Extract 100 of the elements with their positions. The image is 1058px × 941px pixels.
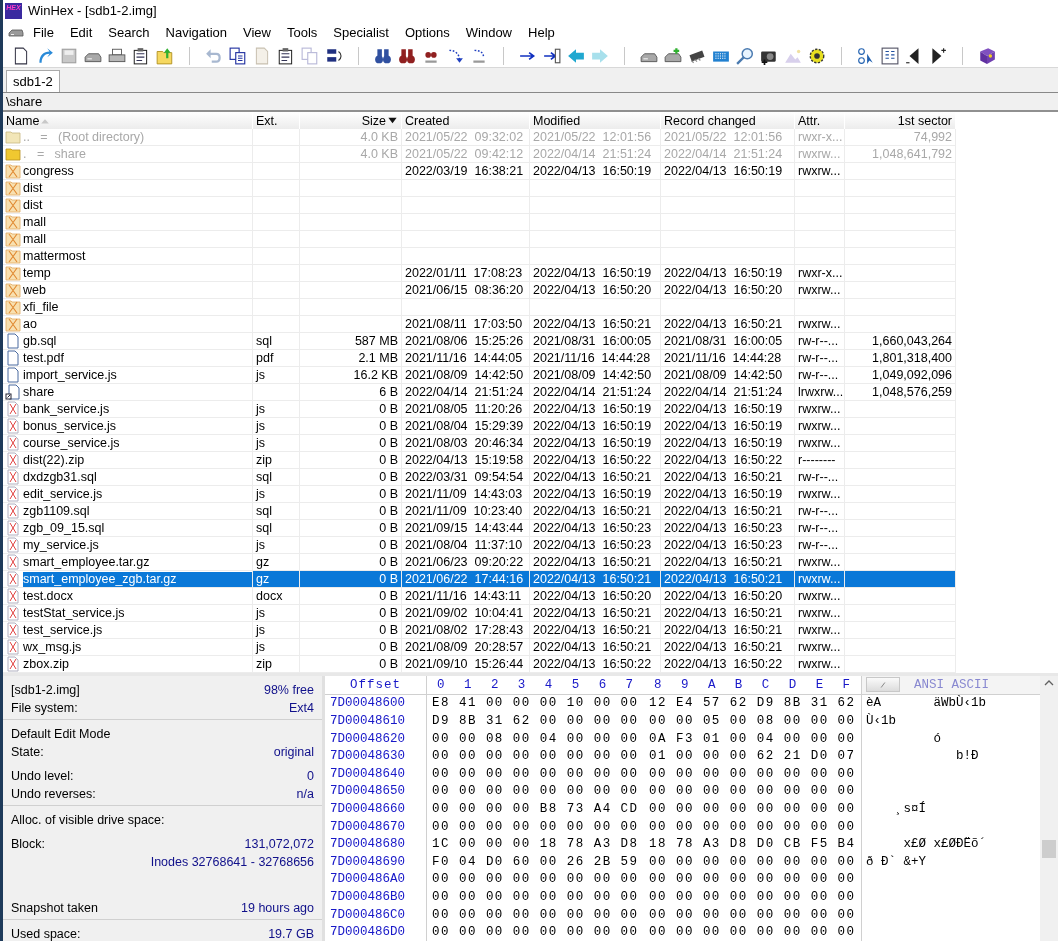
table-cell: rwxrw...: [795, 486, 845, 503]
table-cell: 2022/04/14 21:51:24: [530, 384, 661, 401]
menu-item[interactable]: Navigation: [157, 25, 235, 40]
file-name[interactable]: ao: [23, 317, 37, 331]
file-name[interactable]: smart_employee.tar.gz: [23, 555, 150, 569]
menu-item[interactable]: Specialist: [325, 25, 397, 40]
file-name[interactable]: test_service.js: [23, 623, 103, 637]
file-name[interactable]: mall: [23, 232, 46, 246]
hex-bytes: 00 00 00 00 00 00 00 00: [648, 784, 857, 799]
file-name[interactable]: smart_employee_zgb.tar.gz: [23, 571, 252, 587]
table-cell: 1,660,043,264: [845, 333, 956, 350]
column-header[interactable]: Size: [300, 112, 402, 129]
table-cell: js: [253, 605, 300, 622]
file-name[interactable]: dxdzgb31.sql: [23, 470, 97, 484]
scroll-up-icon[interactable]: [1044, 680, 1054, 686]
file-name[interactable]: bank_service.js: [23, 402, 110, 416]
tab[interactable]: sdb1-2: [6, 70, 60, 92]
menu-item[interactable]: Help: [520, 25, 563, 40]
menu-item[interactable]: File: [25, 25, 62, 40]
column-header[interactable]: Created: [402, 112, 530, 129]
file-name[interactable]: zgb1109.sql: [23, 504, 90, 518]
file-name[interactable]: share: [23, 385, 55, 399]
file-name[interactable]: testStat_service.js: [23, 606, 125, 620]
file-name[interactable]: wx_msg.js: [23, 640, 82, 654]
table-cell: 2021/06/22 17:44:16: [402, 571, 530, 588]
file-name[interactable]: gb.sql: [23, 334, 57, 348]
gear-icon[interactable]: [807, 46, 827, 65]
column-header[interactable]: Name: [3, 112, 253, 129]
table-cell: 1,801,318,400: [845, 350, 956, 367]
file-name[interactable]: edit_service.js: [23, 487, 103, 501]
hex-bytes: 00 00 00 00 00 00 00 00: [648, 907, 857, 922]
column-header[interactable]: 1st sector: [845, 112, 956, 129]
file-name[interactable]: test.docx: [23, 589, 74, 603]
table-cell: 2022/04/14 21:51:24: [530, 146, 661, 163]
table-cell: 2021/08/11 17:03:50: [402, 316, 530, 333]
table-cell: 2022/04/13 16:50:19: [661, 486, 795, 503]
column-header[interactable]: Attr.: [795, 112, 845, 129]
column-header[interactable]: Ext.: [253, 112, 300, 129]
info-value: n/a: [296, 787, 314, 801]
table-cell: 2022/04/13 16:50:19: [661, 401, 795, 418]
columns-icon[interactable]: [880, 46, 900, 65]
cursor-icon[interactable]: [856, 46, 876, 65]
table-cell: 2022/04/13 16:50:23: [661, 537, 795, 554]
hex-bytes: 00 00 00 00 00 00 00 00: [431, 784, 640, 799]
column-header[interactable]: Record changed: [661, 112, 795, 129]
binoculars-icon[interactable]: [397, 46, 417, 65]
file-name[interactable]: import_service.js: [23, 368, 117, 382]
scroll-thumb[interactable]: [1042, 840, 1056, 858]
arrow-icon[interactable]: [542, 46, 562, 65]
table-cell: 2021/05/22 12:01:56: [661, 129, 795, 146]
file-name[interactable]: mall: [23, 215, 46, 229]
table-cell: 2021/11/16 14:44:28: [661, 350, 795, 367]
file-name[interactable]: temp: [23, 266, 51, 280]
file-name[interactable]: dist: [23, 198, 43, 212]
data-icon[interactable]: [324, 46, 344, 65]
table-cell: 0 B: [300, 588, 402, 605]
table-cell: sql: [253, 469, 300, 486]
search-icon[interactable]: [735, 46, 755, 65]
menu-item[interactable]: Window: [457, 25, 520, 40]
hex-bytes: 00 00 00 00 00 00 00 00: [648, 801, 857, 816]
file-name[interactable]: xfi_file: [23, 300, 59, 314]
file-name[interactable]: course_service.js: [23, 436, 120, 450]
folder-icon: [5, 146, 21, 162]
offset-cell: 7D000486D0: [325, 923, 427, 941]
menu-item[interactable]: Search: [100, 25, 158, 40]
offset-header: Offset: [325, 676, 427, 694]
file-name[interactable]: congress: [23, 164, 74, 178]
table-cell: 2022/04/13 16:50:19: [661, 265, 795, 282]
offset-cell: 7D00048630: [325, 747, 427, 765]
table-cell: 0 B: [300, 571, 402, 588]
file-name[interactable]: my_service.js: [23, 538, 99, 552]
file-name[interactable]: zgb_09_15.sql: [23, 521, 105, 535]
table-cell: lrwxrw...: [795, 384, 845, 401]
copy-icon[interactable]: [228, 46, 248, 65]
table-cell: 2022/04/14 21:51:24: [661, 146, 795, 163]
table-cell: 2021/09/10 15:26:44: [402, 656, 530, 673]
file-name[interactable]: web: [23, 283, 46, 297]
table-cell: 2021/08/09 14:42:50: [402, 367, 530, 384]
info-value: original: [273, 745, 314, 759]
file-name[interactable]: bonus_service.js: [23, 419, 117, 433]
menu-item[interactable]: View: [235, 25, 279, 40]
scrollbar[interactable]: [1040, 676, 1058, 941]
menu-item[interactable]: Edit: [61, 25, 101, 40]
printer-icon[interactable]: [107, 46, 127, 65]
file-name[interactable]: dist(22).zip: [23, 453, 85, 467]
binoculars-icon[interactable]: [373, 46, 393, 65]
column-header[interactable]: Modified: [530, 112, 661, 129]
table-cell: 2022/04/14 21:51:24: [402, 384, 530, 401]
menu-item[interactable]: Options: [396, 25, 458, 40]
file-name[interactable]: mattermost: [23, 249, 86, 263]
file-name[interactable]: zbox.zip: [23, 657, 69, 671]
table-cell: 2022/04/13 16:50:19: [530, 435, 661, 452]
table-cell: 2022/04/13 16:50:19: [530, 486, 661, 503]
deleted-folder-icon: [5, 316, 21, 332]
file-name[interactable]: dist: [23, 181, 43, 195]
file-name[interactable]: test.pdf: [23, 351, 64, 365]
table-cell: rwxrw...: [795, 316, 845, 333]
hex-bytes: 00 00 00 00 00 00 00 00: [648, 766, 857, 781]
drive-icon[interactable]: [663, 46, 683, 65]
menu-item[interactable]: Tools: [278, 25, 326, 40]
